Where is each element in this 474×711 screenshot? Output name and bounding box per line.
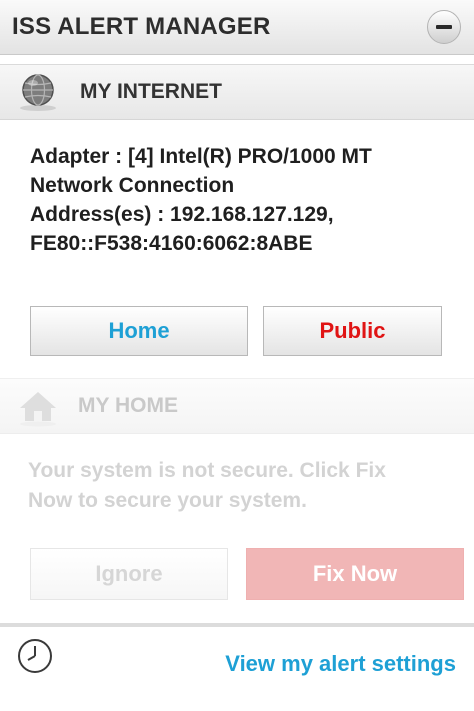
house-icon [20, 392, 56, 427]
globe-icon [20, 74, 56, 111]
minus-icon [436, 25, 452, 29]
title-bar: ISS ALERT MANAGER [0, 0, 474, 55]
adapter-line: Adapter : [4] Intel(R) PRO/1000 MT [30, 145, 372, 168]
footer: View my alert settings [0, 623, 474, 711]
my-home-title: MY HOME [78, 394, 178, 417]
adapter-info: Adapter : [4] Intel(R) PRO/1000 MT Netwo… [30, 142, 460, 258]
security-message: Your system is not secure. Click Fix Now… [28, 456, 458, 516]
alert-settings-link[interactable]: View my alert settings [225, 651, 456, 677]
window-title: ISS ALERT MANAGER [12, 13, 271, 40]
home-button[interactable]: Home [30, 306, 248, 356]
public-button[interactable]: Public [263, 306, 442, 356]
my-internet-title: MY INTERNET [80, 80, 222, 103]
message-line: Your system is not secure. Click Fix [28, 459, 386, 482]
adapter-line-2: Network Connection [30, 174, 235, 197]
collapse-button[interactable] [427, 10, 461, 44]
my-internet-header: MY INTERNET [0, 64, 474, 120]
address-line: Address(es) : 192.168.127.129, [30, 203, 334, 226]
fix-now-button[interactable]: Fix Now [246, 548, 464, 600]
my-home-header: MY HOME [0, 378, 474, 434]
ignore-button[interactable]: Ignore [30, 548, 228, 600]
address-line-2: FE80::F538:4160:6062:8ABE [30, 232, 313, 255]
clock-icon [18, 639, 52, 673]
message-line-2: Now to secure your system. [28, 489, 307, 512]
